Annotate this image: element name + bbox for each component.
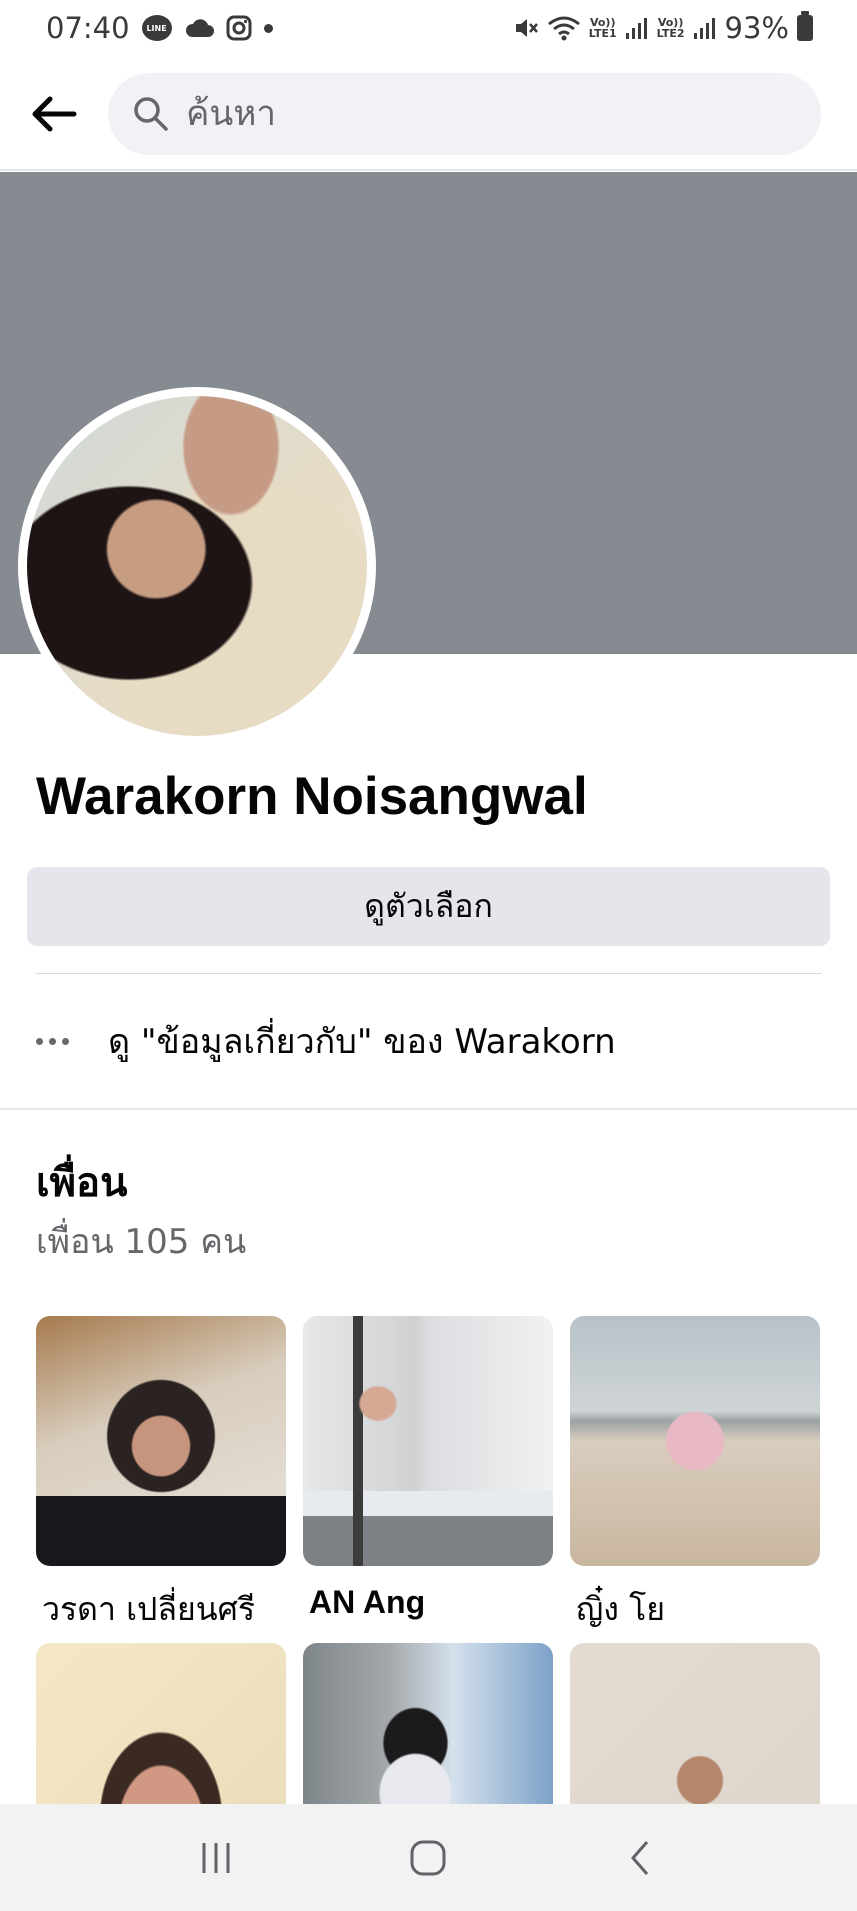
- divider: [36, 973, 822, 974]
- battery-icon: [797, 11, 813, 41]
- friends-count[interactable]: เพื่อน 105 คน: [36, 1214, 246, 1268]
- top-header: [0, 56, 857, 171]
- home-button[interactable]: [383, 1823, 473, 1893]
- battery-percent: 93%: [724, 11, 789, 45]
- friend-photo[interactable]: [303, 1316, 553, 1566]
- status-left: 07:40 LINE: [46, 11, 273, 45]
- profile-avatar[interactable]: [18, 387, 376, 745]
- lte1-bottom-label: LTE1: [588, 27, 617, 40]
- arrow-left-icon: [32, 96, 77, 132]
- section-divider: [0, 1108, 857, 1110]
- status-bar: 07:40 LINE Vo)) LTE1 Vo)) LTE2 93%: [0, 0, 857, 56]
- lte1-indicator: Vo)) LTE1: [589, 17, 617, 39]
- home-icon: [410, 1840, 446, 1875]
- lte2-bottom-label: LTE2: [656, 27, 685, 40]
- back-icon: [630, 1840, 648, 1875]
- back-button[interactable]: [26, 86, 82, 142]
- wifi-icon: [547, 15, 581, 41]
- status-right: Vo)) LTE1 Vo)) LTE2 93%: [513, 11, 813, 45]
- friend-photo[interactable]: [36, 1316, 286, 1566]
- about-link-text: ดู "ข้อมูลเกี่ยวกับ" ของ Warakorn: [108, 1022, 616, 1062]
- profile-name: Warakorn Noisangwal: [36, 767, 588, 826]
- friend-photo[interactable]: [570, 1316, 820, 1566]
- friend-name[interactable]: AN Ang: [309, 1584, 553, 1621]
- recents-icon: [202, 1842, 230, 1873]
- system-navigation-bar: [0, 1804, 857, 1911]
- mute-icon: [513, 15, 539, 41]
- about-link[interactable]: ดู "ข้อมูลเกี่ยวกับ" ของ Warakorn: [36, 1010, 822, 1072]
- friend-card[interactable]: วรดา เปลี่ยนศรี: [36, 1316, 286, 1635]
- status-time: 07:40: [46, 11, 130, 45]
- cloud-icon: [184, 18, 214, 38]
- friend-name[interactable]: ญิ๋ง โย: [576, 1584, 820, 1635]
- notification-dot-icon: [263, 23, 273, 33]
- instagram-icon: [226, 15, 252, 41]
- friend-card[interactable]: ญิ๋ง โย: [570, 1316, 820, 1635]
- signal-bars-icon: [625, 16, 649, 40]
- line-app-icon: LINE: [141, 15, 172, 41]
- friends-section-title: เพื่อน: [36, 1160, 128, 1206]
- signal-bars-icon: [693, 16, 717, 40]
- profile-photo: [27, 396, 367, 736]
- friend-name[interactable]: วรดา เปลี่ยนศรี: [42, 1584, 286, 1635]
- search-icon: [134, 97, 168, 131]
- search-bar[interactable]: [108, 73, 821, 155]
- lte2-indicator: Vo)) LTE2: [657, 17, 685, 39]
- recents-button[interactable]: [171, 1823, 261, 1893]
- nav-back-button[interactable]: [596, 1823, 686, 1893]
- view-options-button[interactable]: ดูตัวเลือก: [27, 867, 830, 946]
- search-input[interactable]: [186, 94, 746, 134]
- friend-card[interactable]: AN Ang: [303, 1316, 553, 1621]
- more-horizontal-icon: [36, 1037, 76, 1045]
